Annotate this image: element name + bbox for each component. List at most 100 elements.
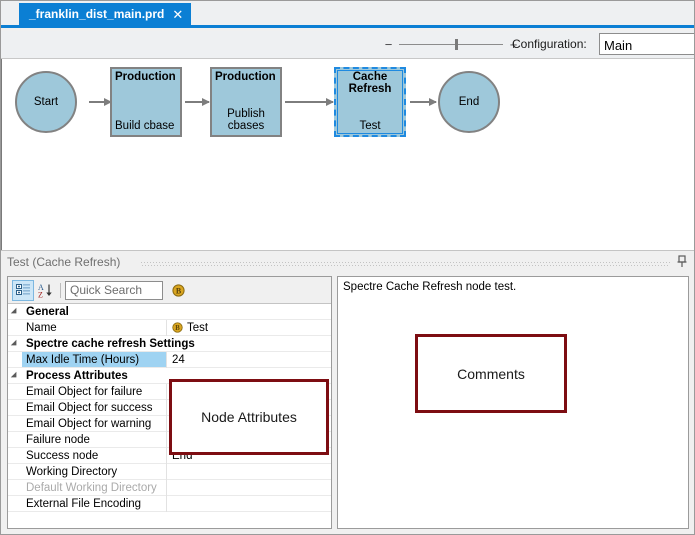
- row-gutter: [8, 320, 22, 335]
- expander-icon[interactable]: [10, 339, 19, 348]
- canvas-left-rule: [1, 59, 2, 250]
- property-row[interactable]: Email Object for warning: [8, 415, 331, 432]
- property-name-cell: Email Object for success: [22, 400, 166, 415]
- node-bottom-label-build: Build cbase: [115, 120, 175, 132]
- property-value-cell[interactable]: 24: [167, 352, 331, 367]
- node-bottom-line1-publish: Publish: [227, 108, 265, 120]
- zoom-slider-control[interactable]: − +: [383, 36, 519, 53]
- property-name-cell: Spectre cache refresh Settings: [22, 336, 195, 351]
- row-gutter[interactable]: [8, 304, 22, 319]
- diagram-node-start[interactable]: Start: [15, 71, 77, 133]
- zoom-slider-track[interactable]: [399, 39, 503, 50]
- property-name-cell: Email Object for failure: [22, 384, 166, 399]
- property-name-label: Email Object for failure: [26, 385, 143, 398]
- property-name-label: External File Encoding: [26, 497, 142, 510]
- node-top-label-publish: Production: [215, 71, 276, 83]
- property-row[interactable]: Max Idle Time (Hours) 24: [8, 351, 331, 368]
- property-grid[interactable]: General Name B Test Spectre cache refresh Se…: [8, 304, 331, 528]
- toolbar-separator: [60, 282, 61, 298]
- property-category-row[interactable]: General: [8, 304, 331, 320]
- node-top-line1-cache: Cache: [352, 71, 388, 83]
- property-category-row[interactable]: Spectre cache refresh Settings: [8, 336, 331, 352]
- row-gutter: [8, 400, 22, 415]
- caption-dotted-rule: [141, 261, 670, 266]
- zoom-out-icon[interactable]: −: [383, 38, 394, 51]
- expander-icon[interactable]: [10, 371, 19, 380]
- row-gutter: [8, 432, 22, 447]
- node-top-label-build: Production: [115, 71, 176, 83]
- tab-franklin-dist-main[interactable]: _franklin_dist_main.prd ✕: [19, 3, 192, 25]
- diagram-node-end[interactable]: End: [438, 71, 500, 133]
- property-name-cell: Max Idle Time (Hours): [22, 352, 166, 367]
- comments-text: Spectre Cache Refresh node test.: [343, 281, 517, 293]
- property-value-cell[interactable]: End: [167, 448, 331, 463]
- property-category-row[interactable]: Process Attributes: [8, 368, 331, 384]
- tab-label: _franklin_dist_main.prd: [29, 7, 165, 21]
- property-name-cell: Name: [22, 320, 166, 335]
- property-value-cell[interactable]: B Test: [167, 320, 331, 335]
- diagram-node-cache-refresh[interactable]: Cache Refresh Test: [334, 67, 406, 137]
- property-value-cell[interactable]: [167, 416, 331, 431]
- expander-icon[interactable]: [10, 307, 19, 316]
- pin-icon[interactable]: [675, 255, 688, 268]
- property-row[interactable]: Failure node: [8, 431, 331, 448]
- comments-pane[interactable]: Spectre Cache Refresh node test.: [337, 276, 689, 529]
- svg-text:Z: Z: [38, 290, 43, 298]
- arrow-cache-to-end: [410, 98, 437, 106]
- properties-toolbar: A Z B: [8, 277, 331, 304]
- property-value-label: 24: [172, 353, 185, 366]
- search-input[interactable]: [65, 280, 163, 300]
- arrow-build-to-publish: [185, 98, 210, 106]
- property-value-cell[interactable]: [167, 432, 331, 447]
- property-value-cell[interactable]: [167, 400, 331, 415]
- panel-caption-label: Test (Cache Refresh): [7, 255, 121, 269]
- categorized-view-button[interactable]: [12, 279, 34, 301]
- node-top-line2-cache: Refresh: [348, 83, 392, 95]
- row-gutter: [8, 384, 22, 399]
- node-label-start: Start: [33, 96, 59, 108]
- svg-text:B: B: [176, 286, 182, 295]
- property-name-label: Name: [26, 321, 57, 334]
- property-row[interactable]: Email Object for failure: [8, 383, 331, 400]
- tab-strip: _franklin_dist_main.prd ✕: [1, 1, 694, 28]
- property-name-label: Email Object for warning: [26, 417, 152, 430]
- workflow-canvas[interactable]: Start Production Build cbase Production …: [1, 58, 694, 250]
- property-value-cell[interactable]: [167, 384, 331, 399]
- zoom-slider-thumb[interactable]: [455, 39, 458, 50]
- configuration-input[interactable]: [599, 33, 694, 55]
- application-window: _franklin_dist_main.prd ✕ − + Configurat…: [0, 0, 695, 535]
- property-name-cell: Working Directory: [22, 464, 166, 479]
- svg-text:B: B: [175, 325, 180, 332]
- row-gutter[interactable]: [8, 368, 22, 383]
- properties-pane: A Z B General Name B Test Spectre cache refr…: [7, 276, 332, 529]
- property-row[interactable]: Email Object for success: [8, 399, 331, 416]
- row-gutter: [8, 464, 22, 479]
- property-name-cell: Default Working Directory: [22, 480, 166, 495]
- property-row[interactable]: External File Encoding: [8, 495, 331, 512]
- row-gutter: [8, 480, 22, 495]
- property-row[interactable]: Default Working Directory: [8, 479, 331, 496]
- property-name-label: Success node: [26, 449, 99, 462]
- alphabetical-sort-button[interactable]: A Z: [34, 280, 56, 301]
- close-icon[interactable]: ✕: [172, 8, 183, 21]
- properties-panel-caption: Test (Cache Refresh): [1, 250, 694, 272]
- info-badge-icon[interactable]: B: [172, 283, 185, 297]
- arrow-publish-to-cache: [285, 98, 334, 106]
- property-value-label: End: [172, 449, 193, 462]
- node-bottom-label-cache: Test: [359, 120, 381, 132]
- property-value-cell[interactable]: [167, 496, 331, 511]
- diagram-node-publish-cbases[interactable]: Production Publish cbases: [210, 67, 282, 137]
- property-badge-icon: B: [172, 322, 183, 333]
- property-value-label: Test: [187, 321, 209, 334]
- property-value-cell[interactable]: [167, 464, 331, 479]
- property-row[interactable]: Working Directory: [8, 463, 331, 480]
- property-name-cell: General: [22, 304, 69, 319]
- property-row[interactable]: Success node End: [8, 447, 331, 464]
- configuration-label: Configuration:: [512, 37, 587, 51]
- property-value-cell[interactable]: [167, 480, 331, 495]
- property-name-cell: Process Attributes: [22, 368, 128, 383]
- diagram-node-build-cbase[interactable]: Production Build cbase: [110, 67, 182, 137]
- property-row[interactable]: Name B Test: [8, 319, 331, 336]
- node-label-end: End: [458, 96, 480, 108]
- row-gutter[interactable]: [8, 336, 22, 351]
